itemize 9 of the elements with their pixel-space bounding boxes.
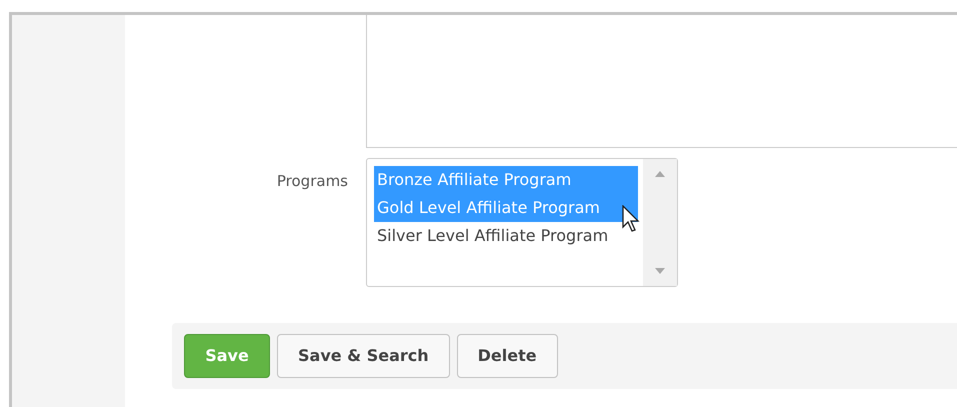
scroll-up-icon[interactable]	[655, 171, 665, 177]
action-button[interactable]: Save & Search	[277, 334, 450, 378]
action-button[interactable]: Delete	[456, 334, 558, 378]
programs-listbox[interactable]: Bronze Affiliate Program Gold Level Affiliate Program Silver Level Affiliate Program	[366, 158, 678, 287]
scroll-down-icon[interactable]	[655, 268, 665, 274]
scrollbar[interactable]	[643, 159, 677, 286]
cursor-icon	[622, 205, 641, 233]
field-label: Programs	[276, 171, 348, 192]
list-option[interactable]: Silver Level Affiliate Program	[374, 222, 638, 250]
